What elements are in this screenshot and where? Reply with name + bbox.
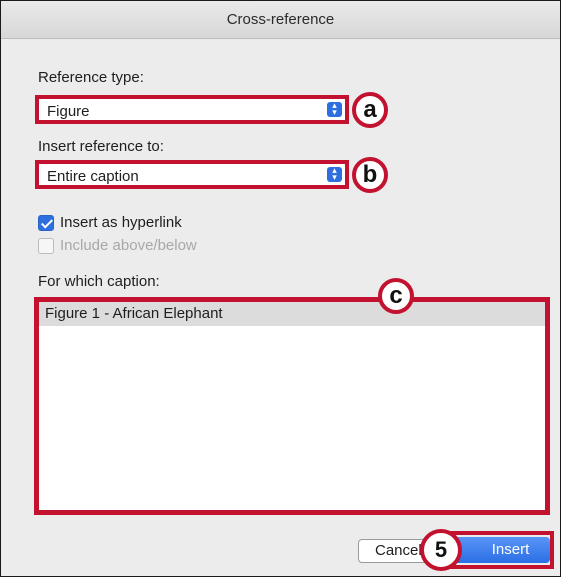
caption-list-item[interactable]: Figure 1 - African Elephant — [39, 302, 545, 326]
insert-hyperlink-label: Insert as hyperlink — [60, 214, 182, 231]
annotation-badge-b: b — [352, 157, 388, 193]
stepper-icon: ▴ ▾ — [327, 166, 342, 182]
cross-reference-dialog: Cross-reference Reference type: Figure ▴… — [0, 0, 561, 577]
insert-button[interactable]: Insert — [453, 537, 550, 563]
insert-reference-value: Entire caption — [47, 168, 139, 185]
annotation-badge-step-5: 5 — [420, 529, 462, 571]
reference-type-label: Reference type: — [38, 69, 144, 86]
annotation-badge-c: c — [378, 278, 414, 314]
insert-hyperlink-checkbox[interactable] — [38, 215, 54, 231]
include-above-below-label: Include above/below — [60, 237, 197, 254]
dialog-title: Cross-reference — [1, 1, 560, 39]
for-which-caption-label: For which caption: — [38, 273, 160, 290]
stepper-icon: ▴ ▾ — [327, 101, 342, 117]
reference-type-value: Figure — [47, 103, 90, 120]
caption-list[interactable]: Figure 1 - African Elephant — [34, 297, 550, 515]
reference-type-select[interactable]: Figure ▴ ▾ — [35, 95, 349, 124]
insert-reference-select[interactable]: Entire caption ▴ ▾ — [35, 160, 349, 189]
annotation-badge-a: a — [352, 92, 388, 128]
include-above-below-checkbox — [38, 238, 54, 254]
insert-reference-label: Insert reference to: — [38, 138, 164, 155]
